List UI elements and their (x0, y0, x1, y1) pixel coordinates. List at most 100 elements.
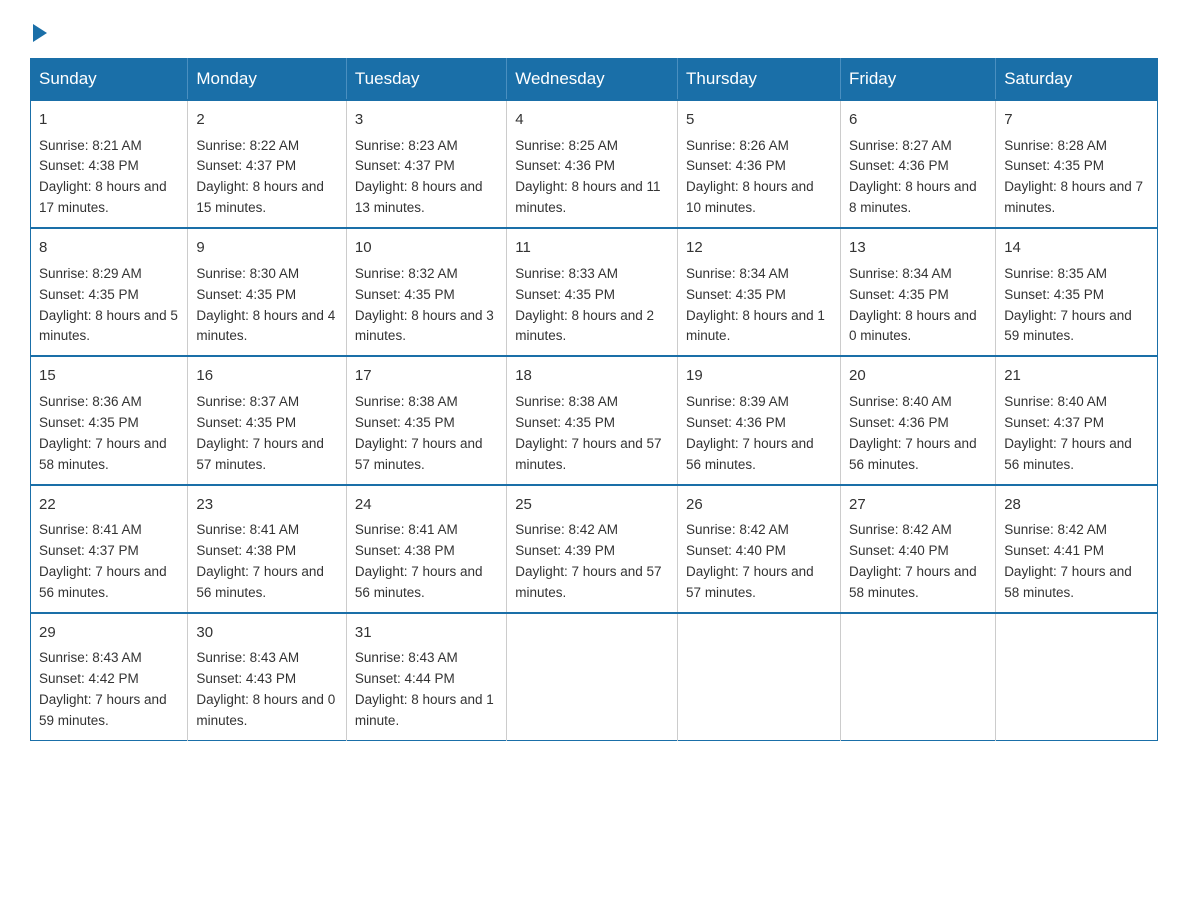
day-info: Sunrise: 8:36 AMSunset: 4:35 PMDaylight:… (39, 394, 167, 472)
day-number: 21 (1004, 365, 1149, 388)
week-row-2: 8 Sunrise: 8:29 AMSunset: 4:35 PMDaylight… (31, 228, 1158, 356)
day-cell: 25 Sunrise: 8:42 AMSunset: 4:39 PMDayligh… (507, 485, 678, 613)
day-cell: 14 Sunrise: 8:35 AMSunset: 4:35 PMDayligh… (996, 228, 1158, 356)
day-number: 13 (849, 237, 987, 260)
day-number: 22 (39, 494, 179, 517)
day-cell: 15Sunrise: 8:36 AMSunset: 4:35 PMDayligh… (31, 356, 188, 484)
week-row-1: 1 Sunrise: 8:21 AMSunset: 4:38 PMDaylight… (31, 100, 1158, 228)
day-info: Sunrise: 8:27 AMSunset: 4:36 PMDaylight:… (849, 138, 977, 216)
day-number: 19 (686, 365, 832, 388)
day-cell: 16 Sunrise: 8:37 AMSunset: 4:35 PMDayligh… (188, 356, 347, 484)
day-info: Sunrise: 8:43 AMSunset: 4:42 PMDaylight:… (39, 650, 167, 728)
day-number: 8 (39, 237, 179, 260)
day-cell: 19 Sunrise: 8:39 AMSunset: 4:36 PMDayligh… (678, 356, 841, 484)
day-number: 29 (39, 622, 179, 645)
header-cell-thursday: Thursday (678, 59, 841, 101)
day-cell: 30Sunrise: 8:43 AMSunset: 4:43 PMDayligh… (188, 613, 347, 741)
day-number: 17 (355, 365, 498, 388)
day-cell: 11Sunrise: 8:33 AMSunset: 4:35 PMDayligh… (507, 228, 678, 356)
logo-arrow-icon (33, 24, 47, 42)
day-info: Sunrise: 8:21 AMSunset: 4:38 PMDaylight:… (39, 138, 167, 216)
day-cell: 21Sunrise: 8:40 AMSunset: 4:37 PMDayligh… (996, 356, 1158, 484)
day-info: Sunrise: 8:37 AMSunset: 4:35 PMDaylight:… (196, 394, 324, 472)
header-cell-monday: Monday (188, 59, 347, 101)
day-cell (996, 613, 1158, 741)
day-info: Sunrise: 8:40 AMSunset: 4:36 PMDaylight:… (849, 394, 977, 472)
day-number: 9 (196, 237, 338, 260)
day-number: 25 (515, 494, 669, 517)
day-cell: 31Sunrise: 8:43 AMSunset: 4:44 PMDayligh… (346, 613, 506, 741)
day-info: Sunrise: 8:38 AMSunset: 4:35 PMDaylight:… (515, 394, 661, 472)
day-number: 18 (515, 365, 669, 388)
day-cell: 28 Sunrise: 8:42 AMSunset: 4:41 PMDayligh… (996, 485, 1158, 613)
logo (30, 20, 47, 38)
day-info: Sunrise: 8:42 AMSunset: 4:41 PMDaylight:… (1004, 522, 1132, 600)
day-info: Sunrise: 8:26 AMSunset: 4:36 PMDaylight:… (686, 138, 814, 216)
day-number: 24 (355, 494, 498, 517)
day-number: 7 (1004, 109, 1149, 132)
day-cell: 9Sunrise: 8:30 AMSunset: 4:35 PMDaylight… (188, 228, 347, 356)
header-cell-friday: Friday (841, 59, 996, 101)
day-info: Sunrise: 8:22 AMSunset: 4:37 PMDaylight:… (196, 138, 324, 216)
day-info: Sunrise: 8:41 AMSunset: 4:38 PMDaylight:… (196, 522, 324, 600)
day-cell: 13 Sunrise: 8:34 AMSunset: 4:35 PMDayligh… (841, 228, 996, 356)
day-cell: 5Sunrise: 8:26 AMSunset: 4:36 PMDaylight… (678, 100, 841, 228)
day-number: 31 (355, 622, 498, 645)
day-info: Sunrise: 8:42 AMSunset: 4:39 PMDaylight:… (515, 522, 661, 600)
day-info: Sunrise: 8:34 AMSunset: 4:35 PMDaylight:… (849, 266, 977, 344)
day-cell (507, 613, 678, 741)
header-row: SundayMondayTuesdayWednesdayThursdayFrid… (31, 59, 1158, 101)
day-cell: 17 Sunrise: 8:38 AMSunset: 4:35 PMDayligh… (346, 356, 506, 484)
day-info: Sunrise: 8:39 AMSunset: 4:36 PMDaylight:… (686, 394, 814, 472)
day-cell: 8 Sunrise: 8:29 AMSunset: 4:35 PMDaylight… (31, 228, 188, 356)
day-number: 20 (849, 365, 987, 388)
day-info: Sunrise: 8:35 AMSunset: 4:35 PMDaylight:… (1004, 266, 1132, 344)
day-number: 28 (1004, 494, 1149, 517)
day-number: 26 (686, 494, 832, 517)
day-number: 10 (355, 237, 498, 260)
day-info: Sunrise: 8:28 AMSunset: 4:35 PMDaylight:… (1004, 138, 1143, 216)
day-info: Sunrise: 8:33 AMSunset: 4:35 PMDaylight:… (515, 266, 654, 344)
day-number: 14 (1004, 237, 1149, 260)
day-cell: 20 Sunrise: 8:40 AMSunset: 4:36 PMDayligh… (841, 356, 996, 484)
day-info: Sunrise: 8:34 AMSunset: 4:35 PMDaylight:… (686, 266, 825, 344)
week-row-5: 29 Sunrise: 8:43 AMSunset: 4:42 PMDayligh… (31, 613, 1158, 741)
day-number: 16 (196, 365, 338, 388)
day-number: 4 (515, 109, 669, 132)
day-info: Sunrise: 8:42 AMSunset: 4:40 PMDaylight:… (849, 522, 977, 600)
calendar-body: 1 Sunrise: 8:21 AMSunset: 4:38 PMDaylight… (31, 100, 1158, 740)
header-cell-saturday: Saturday (996, 59, 1158, 101)
day-cell: 12Sunrise: 8:34 AMSunset: 4:35 PMDayligh… (678, 228, 841, 356)
week-row-4: 22 Sunrise: 8:41 AMSunset: 4:37 PMDayligh… (31, 485, 1158, 613)
calendar-table: SundayMondayTuesdayWednesdayThursdayFrid… (30, 58, 1158, 741)
day-info: Sunrise: 8:25 AMSunset: 4:36 PMDaylight:… (515, 138, 660, 216)
day-info: Sunrise: 8:32 AMSunset: 4:35 PMDaylight:… (355, 266, 494, 344)
day-info: Sunrise: 8:41 AMSunset: 4:37 PMDaylight:… (39, 522, 167, 600)
header-cell-sunday: Sunday (31, 59, 188, 101)
day-cell: 18 Sunrise: 8:38 AMSunset: 4:35 PMDayligh… (507, 356, 678, 484)
day-cell: 27 Sunrise: 8:42 AMSunset: 4:40 PMDayligh… (841, 485, 996, 613)
day-number: 1 (39, 109, 179, 132)
week-row-3: 15Sunrise: 8:36 AMSunset: 4:35 PMDayligh… (31, 356, 1158, 484)
day-info: Sunrise: 8:23 AMSunset: 4:37 PMDaylight:… (355, 138, 483, 216)
day-cell: 4 Sunrise: 8:25 AMSunset: 4:36 PMDaylight… (507, 100, 678, 228)
day-number: 6 (849, 109, 987, 132)
day-cell (678, 613, 841, 741)
day-info: Sunrise: 8:38 AMSunset: 4:35 PMDaylight:… (355, 394, 483, 472)
day-number: 23 (196, 494, 338, 517)
day-cell: 24Sunrise: 8:41 AMSunset: 4:38 PMDayligh… (346, 485, 506, 613)
calendar-header: SundayMondayTuesdayWednesdayThursdayFrid… (31, 59, 1158, 101)
day-cell: 2 Sunrise: 8:22 AMSunset: 4:37 PMDaylight… (188, 100, 347, 228)
day-cell: 7 Sunrise: 8:28 AMSunset: 4:35 PMDaylight… (996, 100, 1158, 228)
day-cell: 22 Sunrise: 8:41 AMSunset: 4:37 PMDayligh… (31, 485, 188, 613)
day-number: 30 (196, 622, 338, 645)
day-cell: 23 Sunrise: 8:41 AMSunset: 4:38 PMDayligh… (188, 485, 347, 613)
day-cell: 29 Sunrise: 8:43 AMSunset: 4:42 PMDayligh… (31, 613, 188, 741)
day-number: 2 (196, 109, 338, 132)
day-number: 27 (849, 494, 987, 517)
day-cell: 1 Sunrise: 8:21 AMSunset: 4:38 PMDaylight… (31, 100, 188, 228)
day-number: 3 (355, 109, 498, 132)
header-cell-wednesday: Wednesday (507, 59, 678, 101)
day-info: Sunrise: 8:29 AMSunset: 4:35 PMDaylight:… (39, 266, 178, 344)
day-cell: 6 Sunrise: 8:27 AMSunset: 4:36 PMDaylight… (841, 100, 996, 228)
